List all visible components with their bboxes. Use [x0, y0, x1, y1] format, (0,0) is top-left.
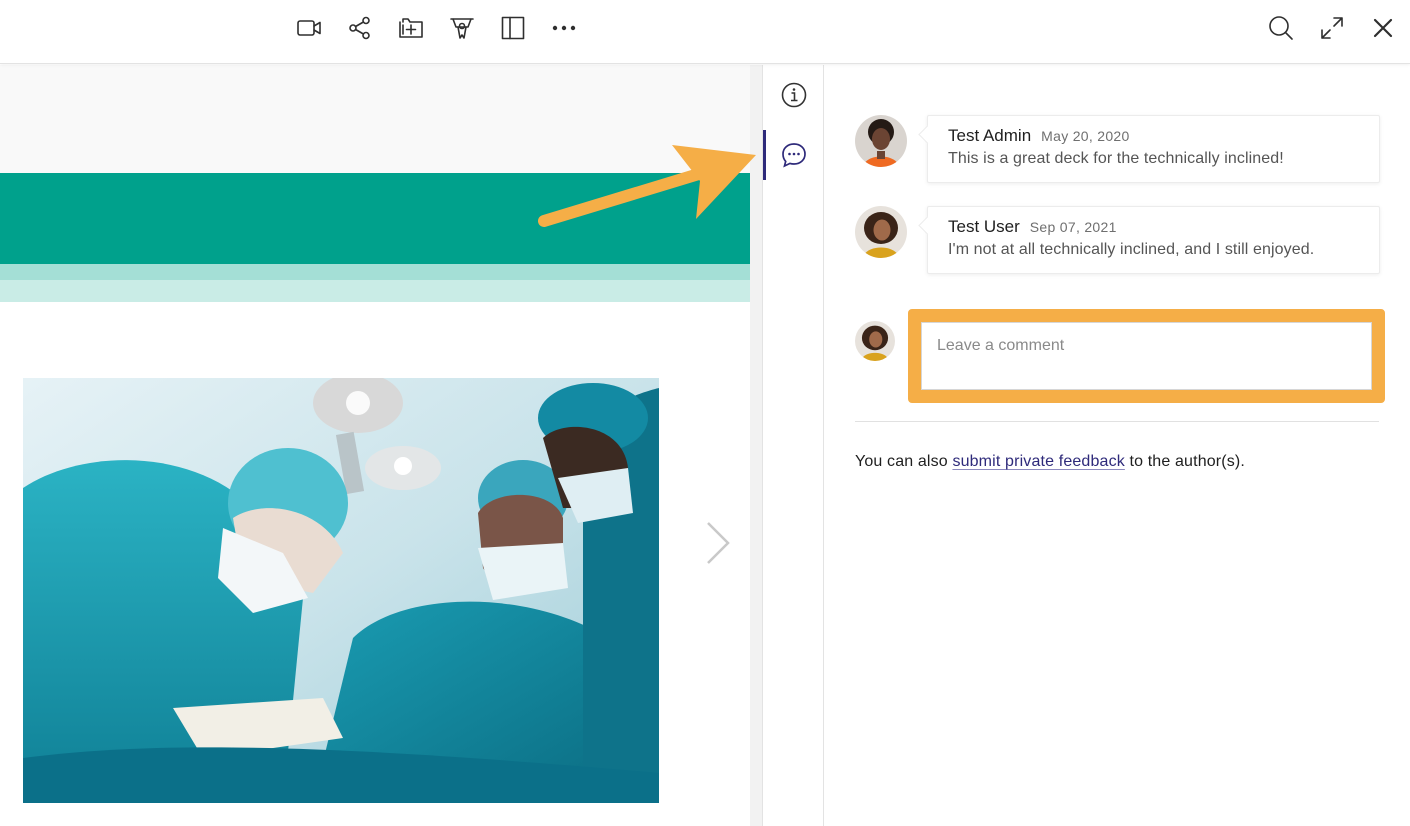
comments-panel: Test Admin May 20, 2020 This is a great … — [824, 65, 1410, 826]
info-icon — [781, 82, 806, 108]
slide-band-light — [0, 280, 750, 302]
submit-private-feedback-link[interactable]: submit private feedback — [952, 453, 1124, 470]
next-slide-button[interactable] — [700, 517, 736, 569]
comments-tab[interactable] — [763, 130, 824, 180]
more-icon[interactable] — [546, 10, 582, 46]
private-feedback-note: You can also submit private feedback to … — [855, 453, 1245, 471]
certificate-icon[interactable] — [444, 10, 480, 46]
feedback-prefix: You can also — [855, 453, 953, 470]
comment-bubble: Test Admin May 20, 2020 This is a great … — [927, 115, 1380, 183]
slide-band-mid — [0, 264, 750, 280]
video-icon[interactable] — [291, 10, 327, 46]
comment-item: Test User Sep 07, 2021 I'm not at all te… — [855, 206, 1380, 298]
avatar — [855, 321, 895, 361]
comment-author: Test User — [948, 217, 1020, 236]
avatar — [855, 206, 907, 258]
comment-author: Test Admin — [948, 126, 1032, 145]
new-comment-row — [855, 309, 1387, 403]
comment-date: Sep 07, 2021 — [1029, 219, 1117, 235]
info-tab[interactable] — [763, 70, 824, 120]
comment-icon — [781, 143, 806, 168]
comment-item: Test Admin May 20, 2020 This is a great … — [855, 115, 1380, 183]
comment-text: I'm not at all technically inclined, and… — [948, 241, 1315, 258]
add-to-folder-icon[interactable] — [393, 10, 429, 46]
share-icon[interactable] — [342, 10, 378, 46]
comment-date: May 20, 2020 — [1041, 128, 1130, 144]
avatar — [855, 115, 907, 167]
expand-icon[interactable] — [1314, 10, 1350, 46]
chevron-right-icon — [707, 522, 730, 564]
comment-text: This is a great deck for the technically… — [948, 150, 1284, 167]
close-icon[interactable] — [1365, 10, 1401, 46]
side-rail — [762, 65, 824, 826]
comment-input[interactable] — [921, 322, 1372, 390]
panel-layout-icon[interactable] — [495, 10, 531, 46]
top-toolbar — [0, 0, 1410, 64]
search-icon[interactable] — [1263, 10, 1299, 46]
divider — [855, 421, 1379, 422]
surgeons-operating-photo — [23, 378, 659, 803]
annotation-arrow — [538, 145, 756, 227]
feedback-suffix: to the author(s). — [1124, 453, 1245, 470]
comment-bubble: Test User Sep 07, 2021 I'm not at all te… — [927, 206, 1380, 274]
